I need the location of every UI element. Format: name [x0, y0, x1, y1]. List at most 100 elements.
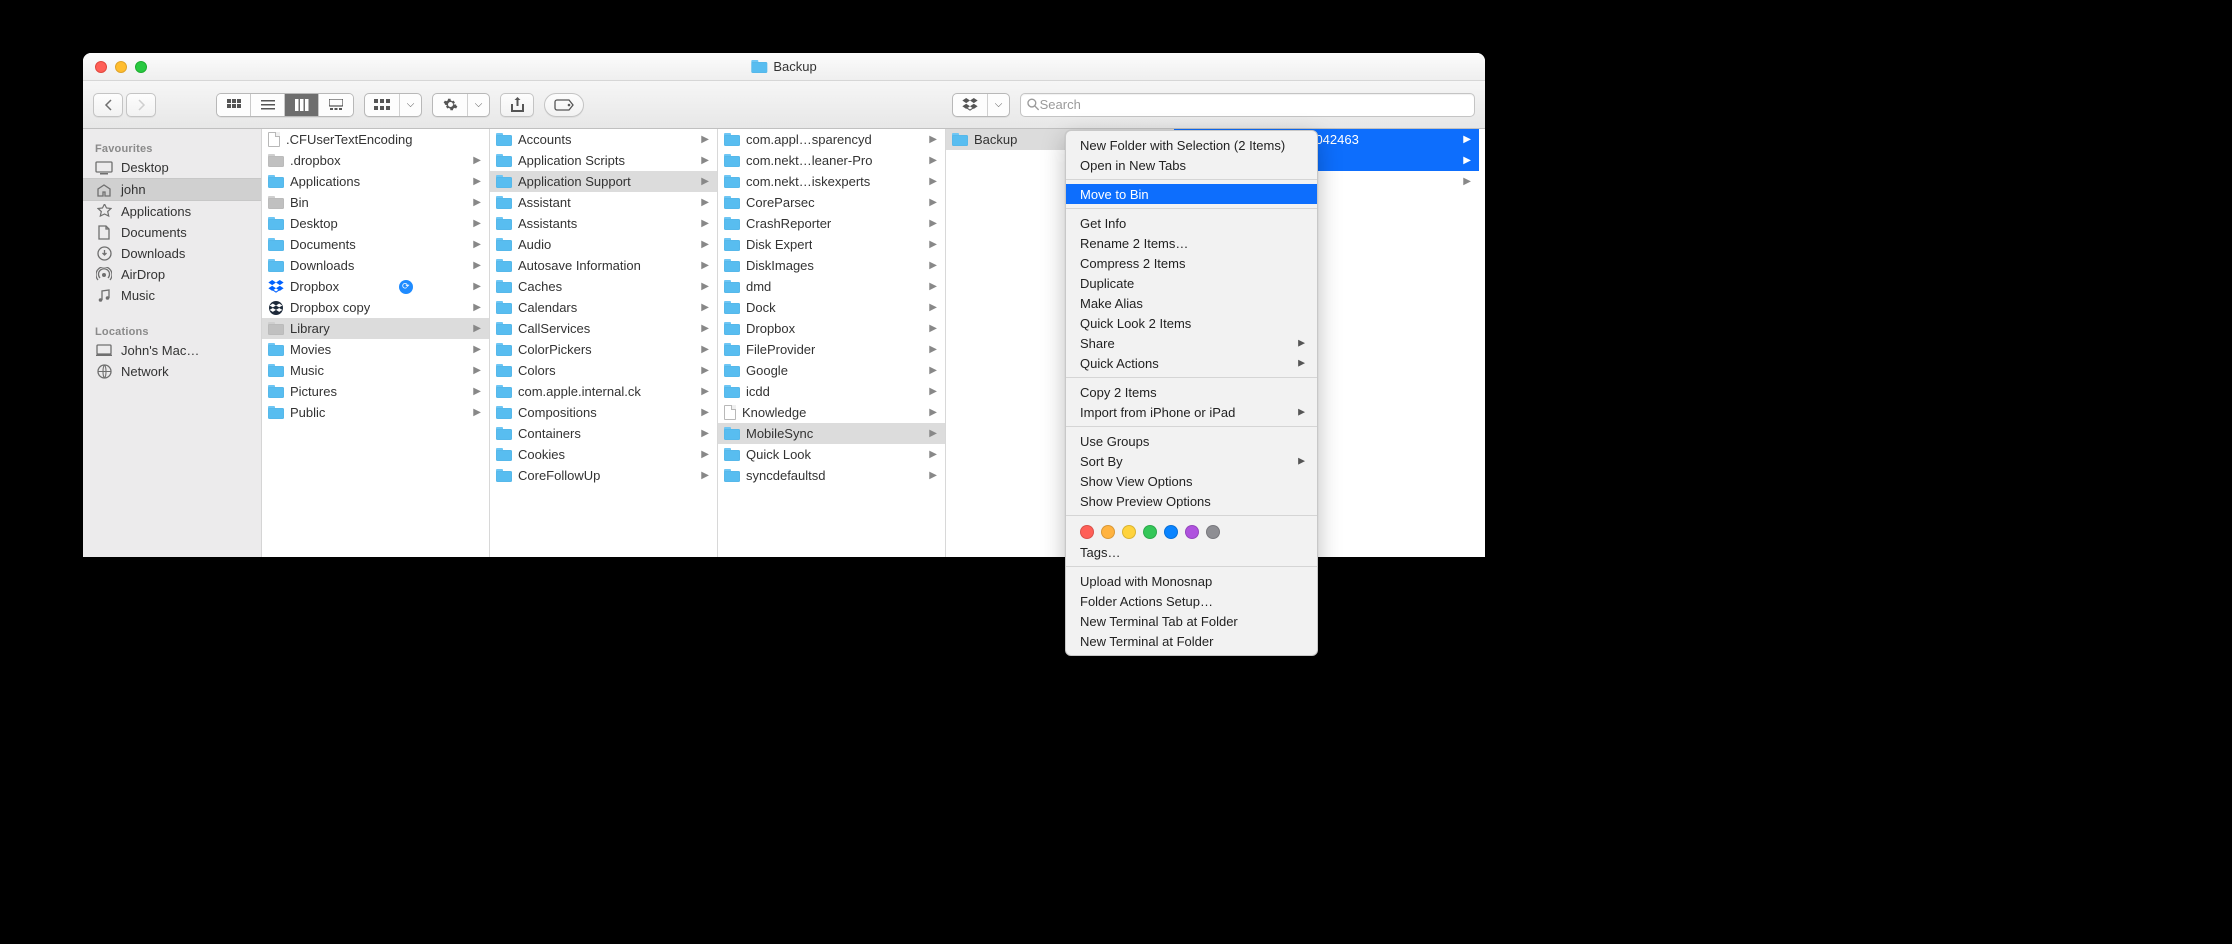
column-item[interactable]: MobileSync▶ [718, 423, 945, 444]
tags-button[interactable] [544, 93, 584, 117]
column-item[interactable]: Knowledge▶ [718, 402, 945, 423]
column-item[interactable]: Dock▶ [718, 297, 945, 318]
ctx-folder-actions[interactable]: Folder Actions Setup… [1066, 591, 1317, 611]
back-button[interactable] [93, 93, 123, 117]
column-item[interactable]: Application Scripts▶ [490, 150, 717, 171]
column-item[interactable]: com.appl…sparencyd▶ [718, 129, 945, 150]
tag-color[interactable] [1164, 525, 1178, 539]
group-button[interactable]: ⌵ [364, 93, 422, 117]
column-item[interactable]: Music▶ [262, 360, 489, 381]
ctx-duplicate[interactable]: Duplicate [1066, 273, 1317, 293]
column-item[interactable]: syncdefaultsd▶ [718, 465, 945, 486]
ctx-use-groups[interactable]: Use Groups [1066, 431, 1317, 451]
ctx-preview-options[interactable]: Show Preview Options [1066, 491, 1317, 511]
ctx-compress[interactable]: Compress 2 Items [1066, 253, 1317, 273]
tag-color[interactable] [1080, 525, 1094, 539]
column-item[interactable]: Pictures▶ [262, 381, 489, 402]
close-window-button[interactable] [95, 61, 107, 73]
column-item[interactable]: Documents▶ [262, 234, 489, 255]
sidebar-item-network[interactable]: Network [83, 361, 261, 382]
column-item[interactable]: Autosave Information▶ [490, 255, 717, 276]
view-gallery-button[interactable] [319, 94, 353, 116]
view-icons-button[interactable] [217, 94, 251, 116]
column-item[interactable]: Movies▶ [262, 339, 489, 360]
column-item[interactable]: Desktop▶ [262, 213, 489, 234]
column-item[interactable]: Caches▶ [490, 276, 717, 297]
ctx-quick-actions[interactable]: Quick Actions [1066, 353, 1317, 373]
column-item[interactable]: Accounts▶ [490, 129, 717, 150]
ctx-monosnap[interactable]: Upload with Monosnap [1066, 571, 1317, 591]
search-field[interactable] [1020, 93, 1475, 117]
ctx-open-tabs[interactable]: Open in New Tabs [1066, 155, 1317, 175]
sidebar-item-mac[interactable]: John's Mac… [83, 340, 261, 361]
column-item[interactable]: com.nekt…iskexperts▶ [718, 171, 945, 192]
column-item[interactable]: .dropbox▶ [262, 150, 489, 171]
view-columns-button[interactable] [285, 94, 319, 116]
column-item[interactable]: Bin▶ [262, 192, 489, 213]
column-item[interactable]: Audio▶ [490, 234, 717, 255]
column-item[interactable]: Calendars▶ [490, 297, 717, 318]
column-item[interactable]: Dropbox⟳▶ [262, 276, 489, 297]
column-item[interactable]: Assistants▶ [490, 213, 717, 234]
ctx-make-alias[interactable]: Make Alias [1066, 293, 1317, 313]
column-item[interactable]: Public▶ [262, 402, 489, 423]
column-item[interactable]: icdd▶ [718, 381, 945, 402]
tag-color[interactable] [1185, 525, 1199, 539]
column-item[interactable]: Downloads▶ [262, 255, 489, 276]
column-item[interactable]: Disk Expert▶ [718, 234, 945, 255]
tag-color[interactable] [1143, 525, 1157, 539]
column-item[interactable]: DiskImages▶ [718, 255, 945, 276]
sidebar-item-desktop[interactable]: Desktop [83, 157, 261, 178]
column-item[interactable]: Quick Look▶ [718, 444, 945, 465]
column-item[interactable]: com.nekt…leaner-Pro▶ [718, 150, 945, 171]
column-item[interactable]: Assistant▶ [490, 192, 717, 213]
sidebar-item-downloads[interactable]: Downloads [83, 243, 261, 264]
forward-button[interactable] [126, 93, 156, 117]
column-item[interactable]: CoreFollowUp▶ [490, 465, 717, 486]
sidebar-item-music[interactable]: Music [83, 285, 261, 306]
share-button[interactable] [500, 93, 534, 117]
column-item[interactable]: CrashReporter▶ [718, 213, 945, 234]
column-item[interactable]: Library▶ [262, 318, 489, 339]
search-input[interactable] [1040, 97, 1468, 112]
ctx-sort-by[interactable]: Sort By [1066, 451, 1317, 471]
ctx-terminal-tab[interactable]: New Terminal Tab at Folder [1066, 611, 1317, 631]
ctx-share[interactable]: Share [1066, 333, 1317, 353]
tag-color[interactable] [1206, 525, 1220, 539]
ctx-view-options[interactable]: Show View Options [1066, 471, 1317, 491]
ctx-tags-more[interactable]: Tags… [1066, 542, 1317, 562]
column-item[interactable]: ColorPickers▶ [490, 339, 717, 360]
column-item[interactable]: Application Support▶ [490, 171, 717, 192]
column-item[interactable]: CallServices▶ [490, 318, 717, 339]
column-item[interactable]: Dropbox▶ [718, 318, 945, 339]
column-item[interactable]: Cookies▶ [490, 444, 717, 465]
column-item[interactable]: com.apple.internal.ck▶ [490, 381, 717, 402]
ctx-rename[interactable]: Rename 2 Items… [1066, 233, 1317, 253]
column-item[interactable]: FileProvider▶ [718, 339, 945, 360]
ctx-get-info[interactable]: Get Info [1066, 213, 1317, 233]
ctx-new-folder[interactable]: New Folder with Selection (2 Items) [1066, 135, 1317, 155]
action-button[interactable]: ⌵ [432, 93, 490, 117]
column-item[interactable]: Google▶ [718, 360, 945, 381]
column-item[interactable]: Applications▶ [262, 171, 489, 192]
column-item[interactable]: Colors▶ [490, 360, 717, 381]
dropbox-toolbar-button[interactable]: ⌵ [952, 93, 1010, 117]
column-item[interactable]: Containers▶ [490, 423, 717, 444]
sidebar-item-documents[interactable]: Documents [83, 222, 261, 243]
column-item[interactable]: CoreParsec▶ [718, 192, 945, 213]
column-item[interactable]: dmd▶ [718, 276, 945, 297]
tag-color[interactable] [1101, 525, 1115, 539]
column-item[interactable]: Dropbox copy▶ [262, 297, 489, 318]
ctx-import[interactable]: Import from iPhone or iPad [1066, 402, 1317, 422]
ctx-terminal-window[interactable]: New Terminal at Folder [1066, 631, 1317, 651]
ctx-move-bin[interactable]: Move to Bin [1066, 184, 1317, 204]
sidebar-item-john[interactable]: john [83, 178, 261, 201]
sidebar-item-airdrop[interactable]: AirDrop [83, 264, 261, 285]
column-item[interactable]: Compositions▶ [490, 402, 717, 423]
sidebar-item-applications[interactable]: Applications [83, 201, 261, 222]
view-list-button[interactable] [251, 94, 285, 116]
tag-color[interactable] [1122, 525, 1136, 539]
ctx-quick-look[interactable]: Quick Look 2 Items [1066, 313, 1317, 333]
zoom-window-button[interactable] [135, 61, 147, 73]
minimize-window-button[interactable] [115, 61, 127, 73]
